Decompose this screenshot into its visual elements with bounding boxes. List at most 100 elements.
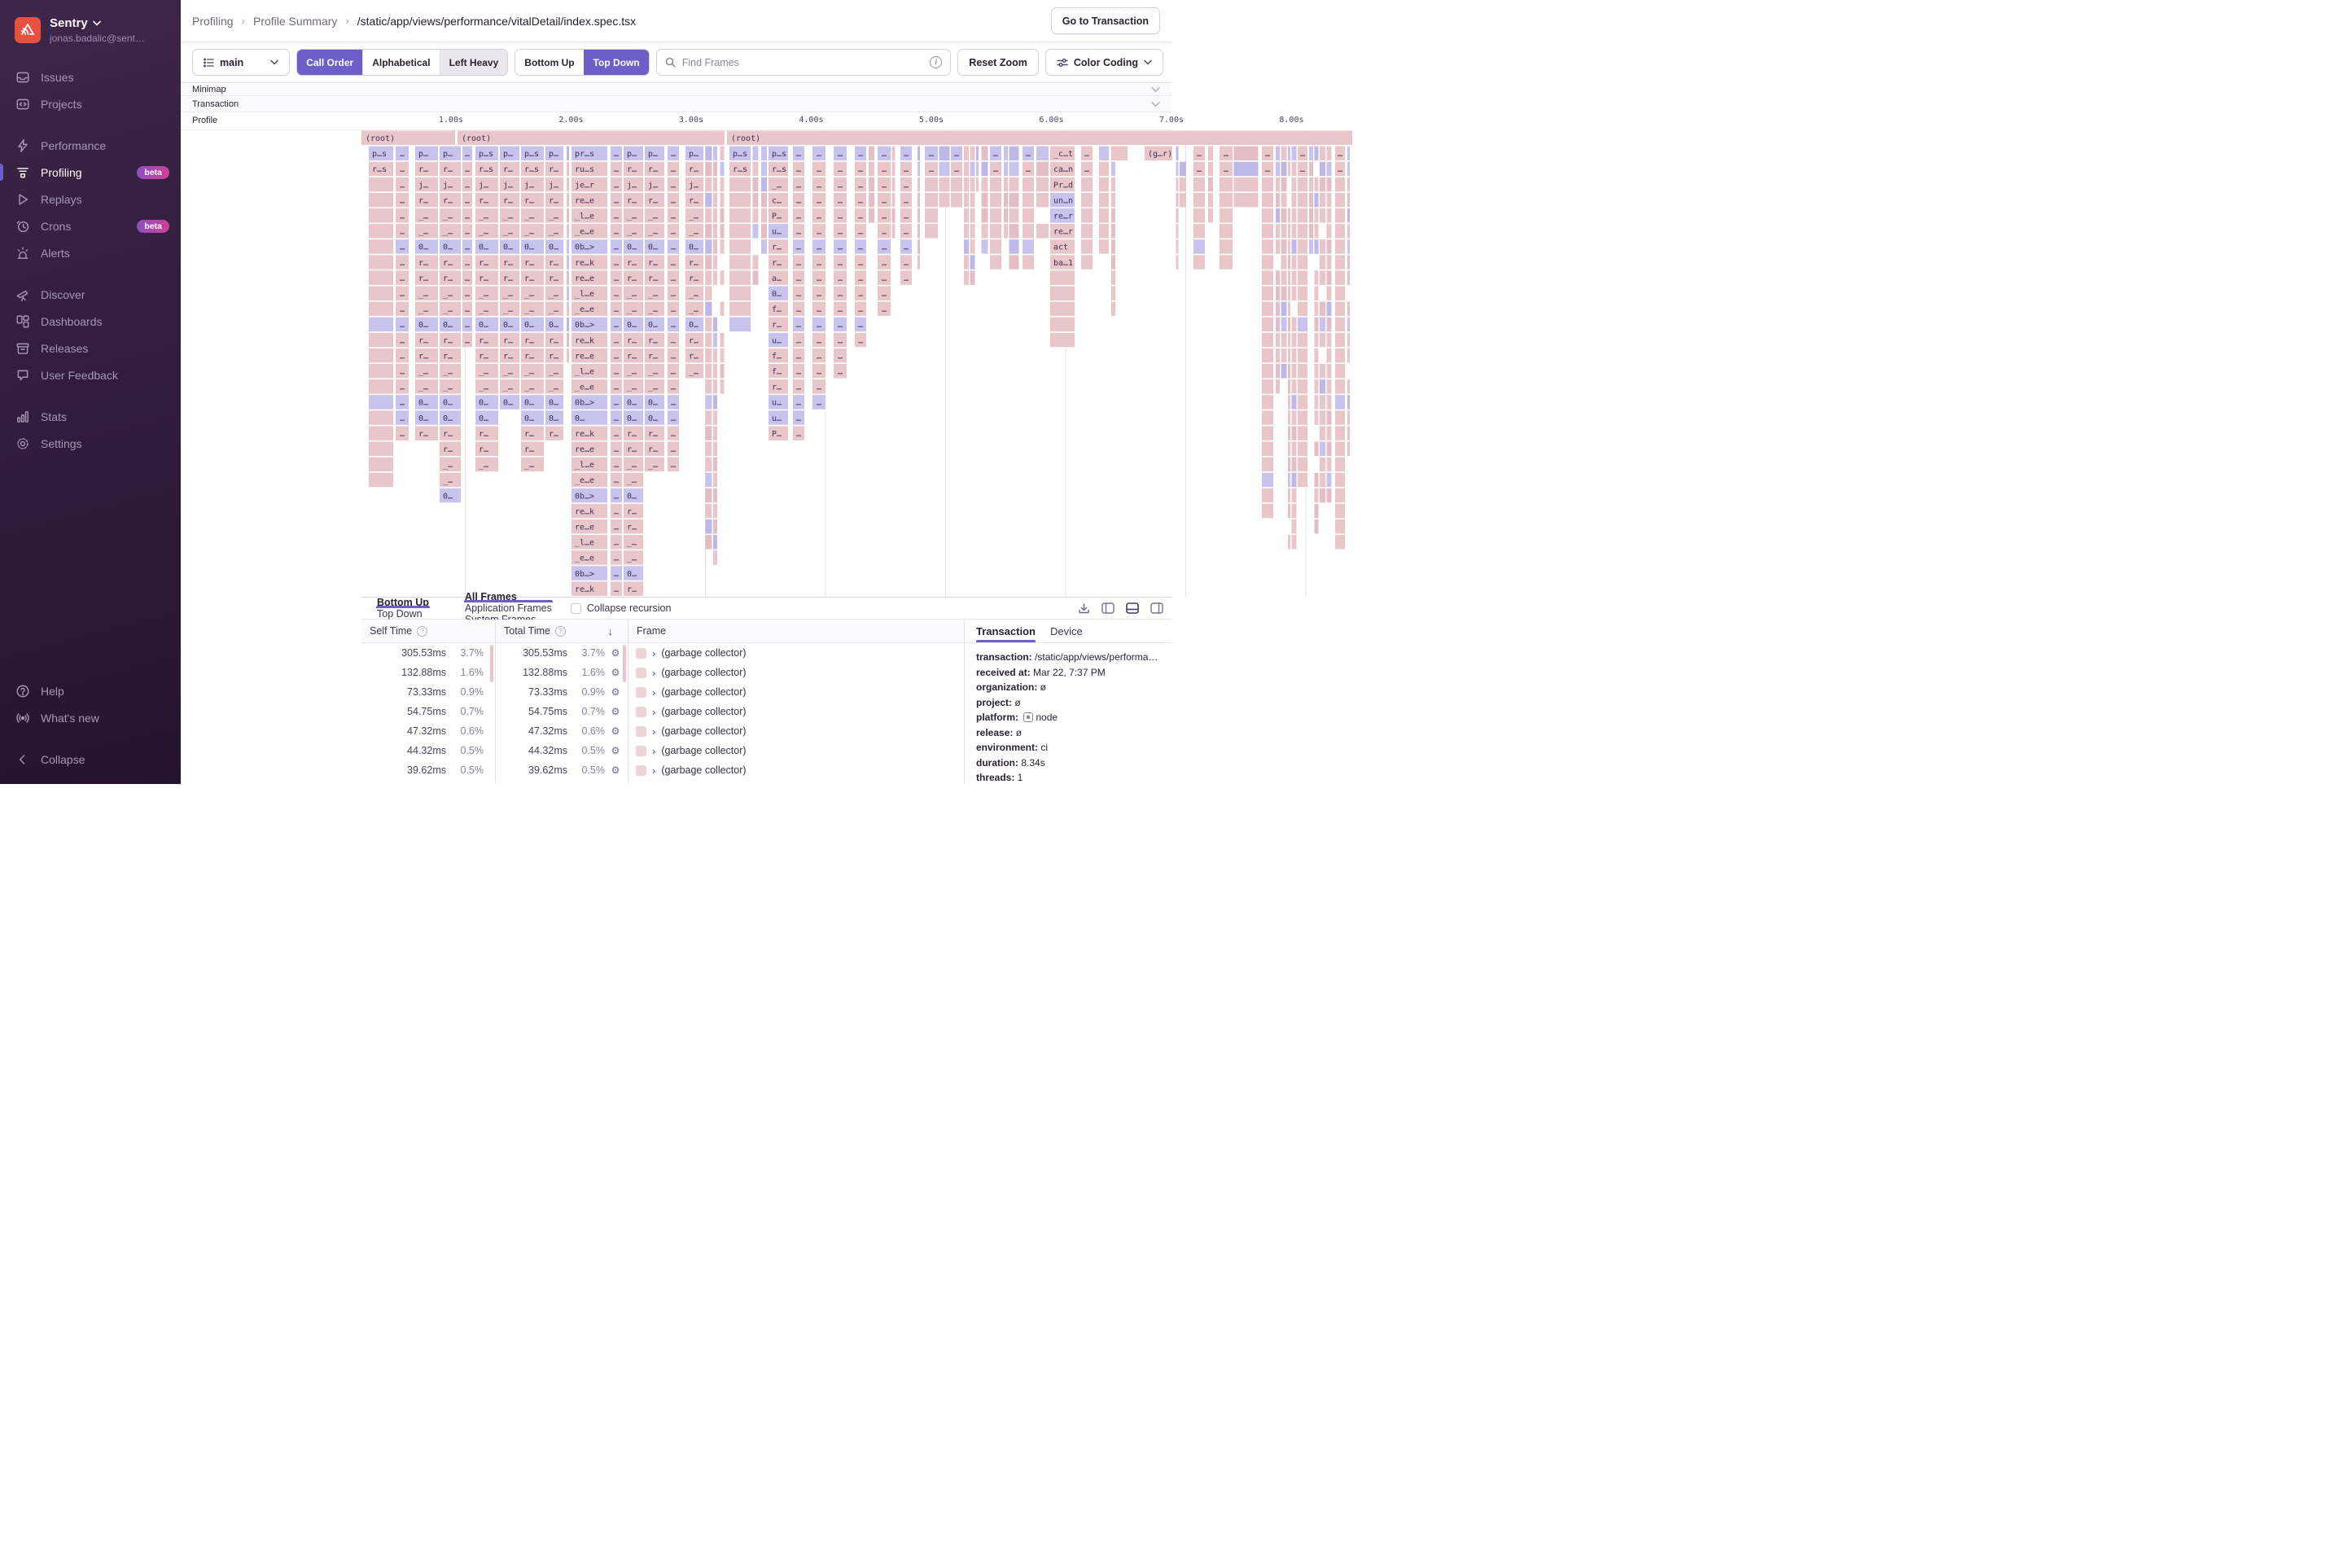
minimap-strip[interactable]: Minimap	[181, 83, 1172, 96]
total-time-row[interactable]: 47.32ms0.6%⚙	[496, 721, 628, 741]
collapse-recursion-checkbox[interactable]	[571, 603, 581, 614]
self-time-row[interactable]: 44.32ms0.5%	[361, 741, 495, 760]
total-time-row[interactable]: 305.53ms3.7%⚙	[496, 643, 628, 663]
gear-icon[interactable]: ⚙	[605, 764, 626, 776]
self-time-row[interactable]: 132.88ms1.6%	[361, 663, 495, 682]
find-frames-input[interactable]	[682, 57, 924, 68]
topbar: Profiling › Profile Summary › /static/ap…	[181, 0, 1172, 42]
layout-left-panel-icon[interactable]	[1101, 602, 1115, 614]
frame-row[interactable]: ›(garbage collector)	[628, 702, 964, 721]
frame-row[interactable]: ›(garbage collector)	[628, 643, 964, 663]
tab-top-down[interactable]: Top Down	[370, 608, 436, 620]
mini-scrollbar[interactable]	[490, 645, 493, 682]
chevron-right-icon[interactable]: ›	[652, 725, 655, 738]
sidebar-item-user-feedback[interactable]: User Feedback	[0, 361, 181, 388]
sidebar-item-collapse[interactable]: Collapse	[0, 746, 181, 773]
self-time-row[interactable]: 54.75ms0.7%	[361, 702, 495, 721]
sidebar-item-replays[interactable]: Replays	[0, 186, 181, 212]
total-time-header[interactable]: Total Time? ↓	[496, 620, 628, 643]
gear-icon[interactable]: ⚙	[605, 725, 626, 737]
breadcrumb-profile-summary[interactable]: Profile Summary	[253, 15, 337, 28]
tab-all-frames[interactable]: All Frames	[458, 591, 559, 602]
sidebar-item-discover[interactable]: Discover	[0, 281, 181, 308]
search-info-icon[interactable]: i	[930, 56, 942, 68]
frame-row[interactable]: ›(garbage collector)	[628, 721, 964, 741]
sidebar-item-dashboards[interactable]: Dashboards	[0, 308, 181, 335]
gear-icon[interactable]: ⚙	[605, 706, 626, 717]
self-time-row[interactable]: 39.62ms0.5%	[361, 760, 495, 780]
frame-row[interactable]: ›(garbage collector)	[628, 741, 964, 760]
sidebar-item-settings[interactable]: Settings	[0, 430, 181, 457]
download-icon[interactable]	[1078, 602, 1090, 615]
axis-tick: 1.00s	[439, 116, 463, 125]
sort-option-alphabetical[interactable]: Alphabetical	[362, 50, 439, 75]
sort-option-call-order[interactable]: Call Order	[297, 50, 362, 75]
frame-row[interactable]: ›(garbage collector)	[628, 663, 964, 682]
app-root: Sentry jonas.badalic@sent… Issues Projec…	[0, 0, 1172, 784]
chevron-right-icon[interactable]: ›	[652, 764, 655, 777]
performance-icon	[15, 138, 30, 153]
sidebar-item-profiling[interactable]: Profiling beta	[0, 159, 181, 186]
total-time-row[interactable]: 39.62ms0.5%⚙	[496, 760, 628, 780]
breadcrumb-profiling[interactable]: Profiling	[192, 15, 234, 28]
direction-option-top-down[interactable]: Top Down	[584, 50, 649, 75]
sidebar: Sentry jonas.badalic@sent… Issues Projec…	[0, 0, 181, 784]
total-time-row[interactable]: 54.75ms0.7%⚙	[496, 702, 628, 721]
transaction-strip[interactable]: Transaction	[181, 96, 1172, 112]
frame-header[interactable]: Frame	[628, 620, 964, 643]
axis-tick: 4.00s	[799, 116, 823, 125]
self-time-row[interactable]: 73.33ms0.9%	[361, 682, 495, 702]
list-icon	[204, 58, 214, 68]
chevron-right-icon[interactable]: ›	[652, 647, 655, 659]
sidebar-item-issues[interactable]: Issues	[0, 64, 181, 90]
time-axis: Profile 1.00s2.00s3.00s4.00s5.00s6.00s7.…	[181, 112, 1172, 130]
frame-color-swatch	[636, 648, 646, 659]
axis-tick: 2.00s	[558, 116, 583, 125]
tab-bottom-up[interactable]: Bottom Up	[370, 597, 436, 608]
self-time-header[interactable]: Self Time?	[361, 620, 495, 643]
mini-scrollbar[interactable]	[623, 645, 626, 682]
sidebar-item-help[interactable]: Help	[0, 677, 181, 704]
sidebar-item-what-s-new[interactable]: What's new	[0, 704, 181, 731]
reset-zoom-button[interactable]: Reset Zoom	[957, 49, 1039, 76]
flamegraph-canvas[interactable]	[361, 130, 1352, 597]
layout-bottom-panel-icon[interactable]	[1126, 602, 1139, 614]
go-to-transaction-button[interactable]: Go to Transaction	[1051, 7, 1160, 34]
details-tab-device[interactable]: Device	[1050, 620, 1083, 642]
sidebar-item-releases[interactable]: Releases	[0, 335, 181, 361]
total-time-row[interactable]: 73.33ms0.9%⚙	[496, 682, 628, 702]
total-time-row[interactable]: 44.32ms0.5%⚙	[496, 741, 628, 760]
sidebar-item-projects[interactable]: Projects	[0, 90, 181, 117]
thread-selector[interactable]: main	[192, 49, 290, 76]
chevron-right-icon[interactable]: ›	[652, 667, 655, 679]
tab-application-frames[interactable]: Application Frames	[458, 602, 559, 614]
chevron-right-icon[interactable]: ›	[652, 745, 655, 757]
chevron-right-icon[interactable]: ›	[652, 706, 655, 718]
profiling-icon	[15, 165, 30, 180]
total-time-row[interactable]: 132.88ms1.6%⚙	[496, 663, 628, 682]
sort-option-left-heavy[interactable]: Left Heavy	[440, 50, 508, 75]
frame-row[interactable]: ›(garbage collector)	[628, 682, 964, 702]
details-tab-transaction[interactable]: Transaction	[976, 620, 1036, 642]
color-coding-label: Color Coding	[1074, 57, 1138, 68]
sidebar-item-alerts[interactable]: Alerts	[0, 239, 181, 266]
color-coding-button[interactable]: Color Coding	[1045, 49, 1163, 76]
settings-icon	[15, 436, 30, 451]
direction-option-bottom-up[interactable]: Bottom Up	[515, 50, 583, 75]
gear-icon[interactable]: ⚙	[605, 686, 626, 698]
org-switcher[interactable]: Sentry jonas.badalic@sent…	[0, 0, 181, 57]
self-time-row[interactable]: 47.32ms0.6%	[361, 721, 495, 741]
frame-color-swatch	[636, 707, 646, 717]
frame-row[interactable]: ›(garbage collector)	[628, 760, 964, 780]
sidebar-item-crons[interactable]: Crons beta	[0, 212, 181, 239]
gear-icon[interactable]: ⚙	[605, 745, 626, 756]
frame-color-swatch	[636, 668, 646, 678]
sort-descending-icon[interactable]: ↓	[608, 625, 620, 637]
detail-release: release: ø	[976, 725, 1160, 741]
chevron-right-icon[interactable]: ›	[652, 686, 655, 699]
sidebar-item-performance[interactable]: Performance	[0, 132, 181, 159]
sidebar-item-stats[interactable]: Stats	[0, 403, 181, 430]
self-time-row[interactable]: 305.53ms3.7%	[361, 643, 495, 663]
layout-right-panel-icon[interactable]	[1150, 602, 1163, 614]
detail-platform: platform: node	[976, 710, 1160, 725]
